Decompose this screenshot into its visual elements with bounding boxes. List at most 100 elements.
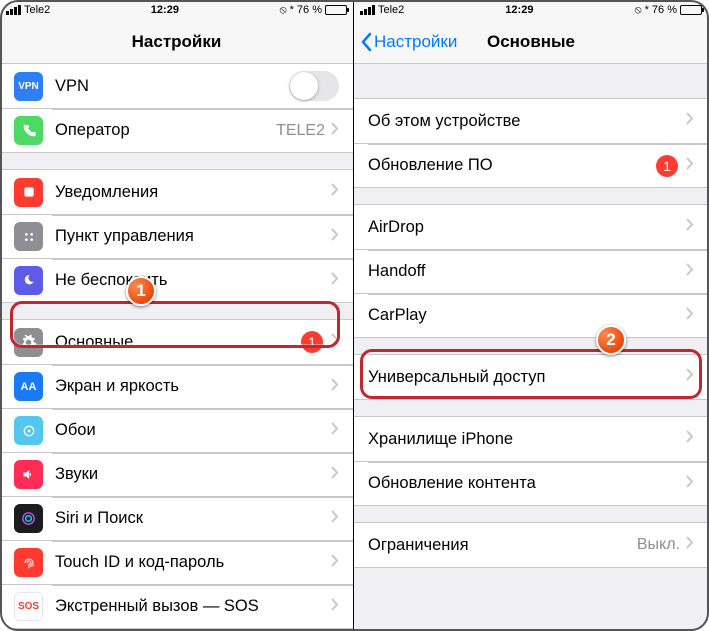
chevron-right-icon [686,430,694,448]
chevron-right-icon [686,536,694,554]
siri-icon [14,504,43,533]
row-label: Обновление контента [368,474,686,493]
back-label: Настройки [374,32,457,52]
row-control-center[interactable]: Пункт управления [0,214,353,258]
battery-pct: 76 % [652,4,677,16]
back-button[interactable]: Настройки [360,32,457,52]
row-label: AirDrop [368,218,686,237]
wallpaper-icon [14,416,43,445]
row-label: Звуки [55,465,331,484]
chevron-right-icon [686,368,694,386]
dnd-icon [14,266,43,295]
row-storage[interactable]: Хранилище iPhone [354,417,708,461]
phone-icon [14,116,43,145]
badge-count: 1 [656,155,678,177]
carrier-label: Tele2 [24,4,50,16]
sounds-icon [14,460,43,489]
chevron-right-icon [331,228,339,246]
orientation-lock-icon: ⦸ [279,4,286,17]
row-label: CarPlay [368,306,686,325]
control-center-icon [14,222,43,251]
chevron-right-icon [331,333,339,351]
row-vpn[interactable]: VPN VPN [0,64,353,108]
row-notifications[interactable]: Уведомления [0,170,353,214]
battery-icon [325,5,347,15]
orientation-lock-icon: ⦸ [634,4,641,17]
row-wallpaper[interactable]: Обои [0,408,353,452]
page-title: Основные [487,32,575,52]
row-label: Ограничения [368,536,637,555]
fingerprint-icon [14,548,43,577]
status-bar: Tele2 12:29 ⦸ * 76 % [0,0,353,20]
row-label: Экстренный вызов — SOS [55,597,331,616]
row-display[interactable]: AA Экран и яркость [0,364,353,408]
carrier-label: Tele2 [378,4,404,16]
row-general[interactable]: Основные 1 [0,320,353,364]
row-dnd[interactable]: Не беспокоить [0,258,353,302]
battery-icon [680,5,702,15]
row-content-update[interactable]: Обновление контента [354,461,708,505]
row-restrictions[interactable]: Ограничения Выкл. [354,523,708,567]
badge-count: 1 [301,331,323,353]
row-handoff[interactable]: Handoff [354,249,708,293]
row-label: Об этом устройстве [368,112,686,131]
sos-icon: SOS [14,592,43,621]
status-bar: Tele2 12:29 ⦸ * 76 % [354,0,708,20]
row-label: Уведомления [55,183,331,202]
chevron-right-icon [686,263,694,281]
row-label: Touch ID и код-пароль [55,553,331,572]
page-title: Настройки [132,32,222,52]
gear-icon [14,328,43,357]
chevron-right-icon [331,510,339,528]
row-about[interactable]: Об этом устройстве [354,99,708,143]
carrier-value: TELE2 [276,122,325,140]
chevron-right-icon [686,475,694,493]
row-label: Не беспокоить [55,271,331,290]
chevron-right-icon [331,466,339,484]
chevron-right-icon [331,554,339,572]
row-accessibility[interactable]: Универсальный доступ [354,355,708,399]
navbar-general: Настройки Основные [354,20,708,64]
chevron-right-icon [686,157,694,175]
chevron-right-icon [686,218,694,236]
row-label: Экран и яркость [55,377,331,396]
row-label: VPN [55,77,289,96]
row-label: Оператор [55,121,276,140]
row-carplay[interactable]: CarPlay [354,293,708,337]
chevron-right-icon [686,112,694,130]
phone-general: Tele2 12:29 ⦸ * 76 % Настройки Основные … [354,0,708,631]
row-touchid[interactable]: Touch ID и код-пароль [0,540,353,584]
battery-pct: 76 % [297,4,322,16]
chevron-right-icon [331,183,339,201]
chevron-right-icon [331,598,339,616]
general-list[interactable]: Об этом устройстве Обновление ПО 1 AirDr… [354,98,708,568]
row-carrier[interactable]: Оператор TELE2 [0,108,353,152]
notifications-icon [14,178,43,207]
row-label: Хранилище iPhone [368,430,686,449]
chevron-right-icon [686,307,694,325]
row-label: Пункт управления [55,227,331,246]
settings-list[interactable]: VPN VPN Оператор TELE2 [0,64,353,629]
row-siri[interactable]: Siri и Поиск [0,496,353,540]
row-update[interactable]: Обновление ПО 1 [354,143,708,187]
vpn-icon: VPN [14,72,43,101]
row-label: Handoff [368,262,686,281]
clock: 12:29 [505,4,533,16]
signal-icon [360,5,375,15]
row-label: Обновление ПО [368,156,656,175]
row-airdrop[interactable]: AirDrop [354,205,708,249]
navbar-settings: Настройки [0,20,353,64]
display-icon: AA [14,372,43,401]
row-sounds[interactable]: Звуки [0,452,353,496]
chevron-right-icon [331,272,339,290]
chevron-right-icon [331,378,339,396]
vpn-toggle[interactable] [289,71,339,101]
chevron-right-icon [331,122,339,140]
clock: 12:29 [151,4,179,16]
row-label: Основные [55,333,301,352]
row-label: Обои [55,421,331,440]
bluetooth-icon: * [645,4,649,16]
restrictions-value: Выкл. [637,536,680,554]
row-sos[interactable]: SOS Экстренный вызов — SOS [0,584,353,628]
row-label: Siri и Поиск [55,509,331,528]
